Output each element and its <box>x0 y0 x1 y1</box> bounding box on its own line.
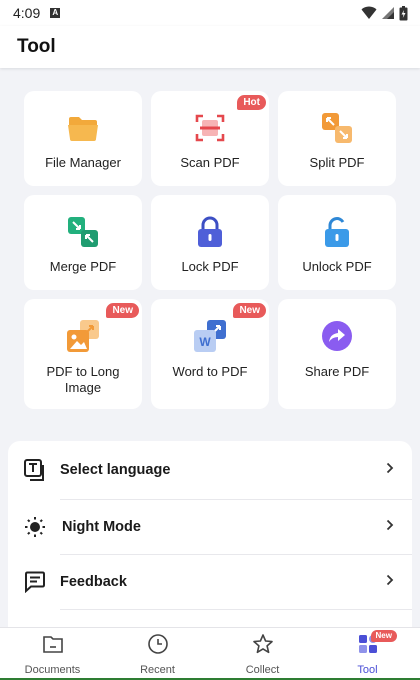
long-image-icon <box>66 319 100 353</box>
feedback-row[interactable]: Feedback <box>8 555 412 609</box>
row-label: Select language <box>60 462 171 478</box>
wifi-icon <box>361 6 377 19</box>
split-icon <box>320 111 354 145</box>
share-icon <box>320 319 354 353</box>
merge-icon <box>66 215 100 249</box>
nav-tool[interactable]: New Tool <box>315 628 420 680</box>
clock-icon <box>147 633 169 660</box>
lock-icon <box>193 215 227 249</box>
svg-text:W: W <box>199 335 211 349</box>
tool-label: Split PDF <box>309 155 365 170</box>
row-label: Night Mode <box>62 519 141 535</box>
nav-label: Tool <box>357 664 378 676</box>
tool-label: Unlock PDF <box>302 259 372 274</box>
file-manager-tile[interactable]: File Manager <box>24 91 142 186</box>
chevron-right-icon <box>386 518 394 536</box>
folder-outline-icon <box>42 633 64 660</box>
tool-grid: File Manager Hot Scan PDF Split PDF Merg… <box>24 91 396 409</box>
status-time: 4:09 <box>13 5 41 21</box>
share-pdf-tile[interactable]: Share PDF <box>278 299 396 409</box>
split-pdf-tile[interactable]: Split PDF <box>278 91 396 186</box>
chevron-right-icon <box>386 461 394 479</box>
nav-documents[interactable]: Documents <box>0 628 105 680</box>
folder-icon <box>66 111 100 145</box>
cell-signal-icon <box>382 7 394 19</box>
app-header: Tool <box>0 26 420 68</box>
select-language-row[interactable]: Select language <box>8 441 412 499</box>
new-badge: New <box>233 303 266 318</box>
feedback-icon <box>24 571 46 593</box>
scan-pdf-tile[interactable]: Hot Scan PDF <box>151 91 269 186</box>
battery-icon <box>399 5 408 20</box>
nav-collect[interactable]: Collect <box>210 628 315 680</box>
nav-recent[interactable]: Recent <box>105 628 210 680</box>
brightness-icon <box>24 516 46 538</box>
nav-label: Recent <box>140 664 175 676</box>
tool-label: Merge PDF <box>49 259 117 274</box>
word-to-pdf-tile[interactable]: New W Word to PDF <box>151 299 269 409</box>
status-bar: 4:09 A <box>0 0 420 26</box>
nav-label: Collect <box>245 664 280 676</box>
page-title: Tool <box>17 36 56 57</box>
bottom-navigation: Documents Recent Collect New Tool <box>0 627 420 680</box>
star-icon <box>252 633 274 660</box>
nav-label: Documents <box>24 664 81 676</box>
merge-pdf-tile[interactable]: Merge PDF <box>24 195 142 290</box>
pdf-to-long-image-tile[interactable]: New PDF to Long Image <box>24 299 142 409</box>
settings-list: Select language Night Mode Feedback <box>8 441 412 641</box>
tool-label: PDF to Long Image <box>46 364 120 395</box>
tool-label: File Manager <box>45 155 121 170</box>
chevron-right-icon <box>386 573 394 591</box>
lock-pdf-tile[interactable]: Lock PDF <box>151 195 269 290</box>
new-badge: New <box>370 630 397 642</box>
tool-label: Word to PDF <box>172 364 248 379</box>
new-badge: New <box>106 303 139 318</box>
unlock-icon <box>320 215 354 249</box>
notification-icon: A <box>50 8 61 18</box>
tool-label: Share PDF <box>304 364 370 379</box>
status-icons <box>361 5 408 21</box>
row-label: Feedback <box>60 574 127 590</box>
tool-label: Scan PDF <box>180 155 240 170</box>
language-icon <box>24 459 46 481</box>
unlock-pdf-tile[interactable]: Unlock PDF <box>278 195 396 290</box>
scan-icon <box>193 111 227 145</box>
night-mode-row[interactable]: Night Mode <box>8 500 412 554</box>
hot-badge: Hot <box>237 95 266 110</box>
tool-label: Lock PDF <box>181 259 239 274</box>
word-icon: W <box>193 319 227 353</box>
